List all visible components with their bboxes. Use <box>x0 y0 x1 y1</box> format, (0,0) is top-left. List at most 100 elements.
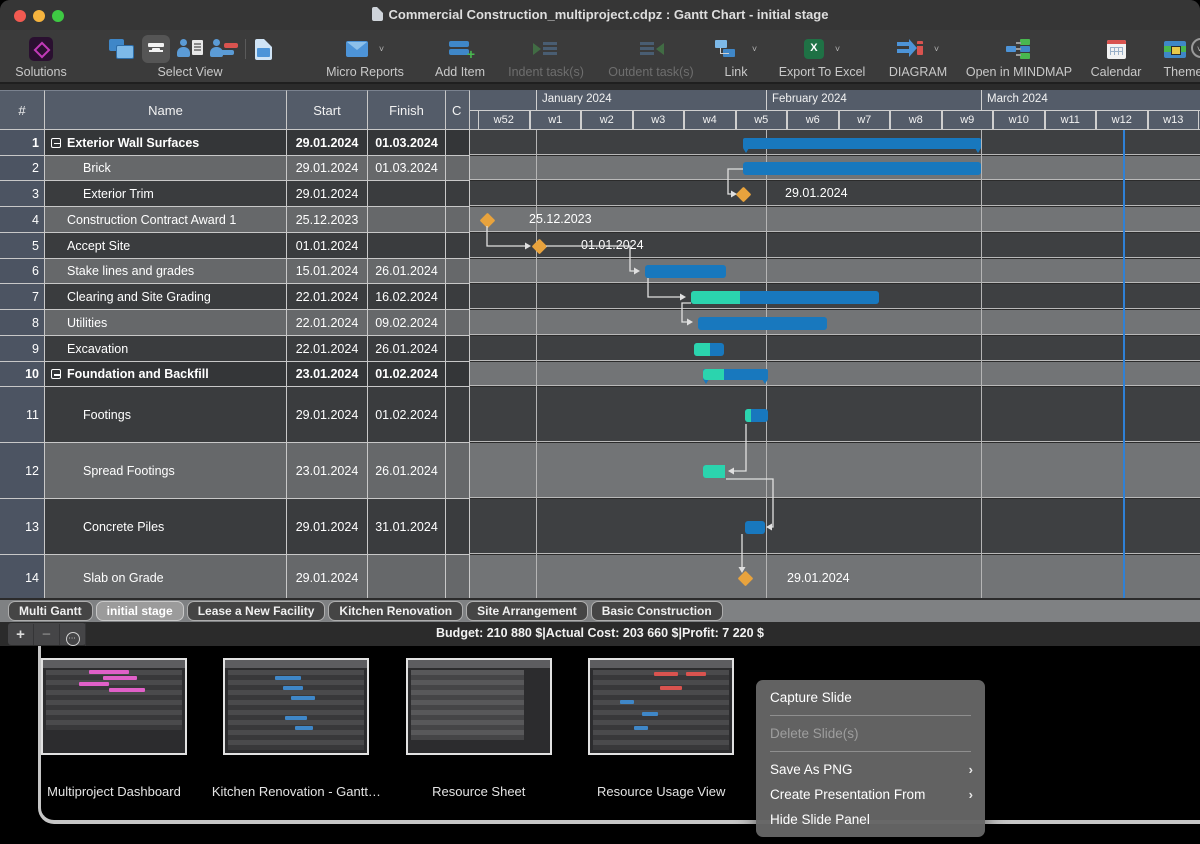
thumbnail-bar <box>109 688 145 692</box>
task-name-cell[interactable]: Stake lines and grades <box>45 259 287 283</box>
table-row[interactable]: 5Accept Site01.01.2024 <box>0 233 470 259</box>
task-start-cell[interactable]: 29.01.2024 <box>287 387 368 442</box>
task-finish-cell[interactable]: 01.02.2024 <box>368 362 446 386</box>
slide-thumbnail[interactable] <box>41 658 187 755</box>
task-start-cell[interactable]: 29.01.2024 <box>287 555 368 598</box>
menu-item-capture-slide[interactable]: Capture Slide <box>756 685 985 710</box>
toolbar-add-item[interactable]: Add Item <box>424 34 496 82</box>
task-extra-cell <box>446 336 470 361</box>
task-start-cell[interactable]: 23.01.2024 <box>287 443 368 498</box>
task-start-cell[interactable]: 29.01.2024 <box>287 181 368 206</box>
task-start-cell[interactable]: 29.01.2024 <box>287 499 368 554</box>
task-start-cell[interactable]: 23.01.2024 <box>287 362 368 386</box>
table-row[interactable]: 6Stake lines and grades15.01.202426.01.2… <box>0 259 470 284</box>
table-row[interactable]: 12Spread Footings23.01.202426.01.2024 <box>0 443 470 499</box>
thumbnail-bar <box>79 682 109 686</box>
task-name-cell[interactable]: Excavation <box>45 336 287 361</box>
task-finish-cell[interactable]: 01.03.2024 <box>368 156 446 180</box>
menu-item-hide-slide-panel[interactable]: Hide Slide Panel <box>756 807 985 832</box>
slide-thumbnail[interactable] <box>588 658 734 755</box>
table-row[interactable]: 1Exterior Wall Surfaces29.01.202401.03.2… <box>0 130 470 156</box>
view-tab-basic-construction[interactable]: Basic Construction <box>591 601 723 621</box>
window-title: Commercial Construction_multiproject.cdp… <box>0 7 1200 22</box>
collapse-icon[interactable] <box>51 369 61 379</box>
task-finish-cell[interactable] <box>368 207 446 232</box>
toolbar-micro-reports[interactable]: ˅Micro Reports <box>306 34 424 82</box>
table-row[interactable]: 7Clearing and Site Grading22.01.202416.0… <box>0 284 470 310</box>
task-name-cell[interactable]: Concrete Piles <box>45 499 287 554</box>
table-row[interactable]: 11Footings29.01.202401.02.2024 <box>0 387 470 443</box>
view-tab-site-arrangement[interactable]: Site Arrangement <box>466 601 588 621</box>
task-finish-cell[interactable]: 26.01.2024 <box>368 443 446 498</box>
slide-thumbnail[interactable] <box>223 658 369 755</box>
task-name-cell[interactable]: Slab on Grade <box>45 555 287 598</box>
task-start-cell[interactable]: 25.12.2023 <box>287 207 368 232</box>
view-tab-multi-gantt[interactable]: Multi Gantt <box>8 601 93 621</box>
toolbar-open-in-mindmap[interactable]: Open in MINDMAP <box>958 34 1080 82</box>
task-name-cell[interactable]: Foundation and Backfill <box>45 362 287 386</box>
toolbar-link[interactable]: ˅Link <box>706 34 766 82</box>
task-name-cell[interactable]: Accept Site <box>45 233 287 258</box>
indent-icon <box>533 40 559 58</box>
week-header-cell: w3 <box>633 111 685 130</box>
table-row[interactable]: 13Concrete Piles29.01.202431.01.2024 <box>0 499 470 555</box>
task-name-cell[interactable]: Clearing and Site Grading <box>45 284 287 309</box>
slide-context-menu: Capture Slide Delete Slide(s) Save As PNG›… <box>756 680 985 837</box>
slide-thumbnail[interactable] <box>406 658 552 755</box>
view-tabs-bar: Multi Ganttinitial stageLease a New Faci… <box>0 600 1200 622</box>
task-start-cell[interactable]: 15.01.2024 <box>287 259 368 283</box>
task-finish-cell[interactable]: 26.01.2024 <box>368 336 446 361</box>
task-name-cell[interactable]: Utilities <box>45 310 287 335</box>
toolbar-calendar[interactable]: Calendar <box>1080 34 1152 82</box>
task-finish-cell[interactable]: 01.03.2024 <box>368 130 446 155</box>
task-name-cell[interactable]: Spread Footings <box>45 443 287 498</box>
row-number-cell: 2 <box>0 156 45 180</box>
toolbar-select-view[interactable]: Select View <box>74 34 306 82</box>
task-start-cell[interactable]: 01.01.2024 <box>287 233 368 258</box>
view-tab-lease-a-new-facility[interactable]: Lease a New Facility <box>187 601 326 621</box>
task-start-cell[interactable]: 22.01.2024 <box>287 336 368 361</box>
table-row[interactable]: 10Foundation and Backfill23.01.202401.02… <box>0 362 470 387</box>
task-start-cell[interactable]: 29.01.2024 <box>287 130 368 155</box>
row-number-cell: 14 <box>0 555 45 598</box>
document-preview-icon <box>255 39 272 60</box>
table-row[interactable]: 9Excavation22.01.202426.01.2024 <box>0 336 470 362</box>
row-number-cell: 7 <box>0 284 45 309</box>
thumbnail-bar <box>642 712 658 716</box>
week-header-cell: w7 <box>839 111 891 130</box>
micro-reports-icon <box>346 41 368 57</box>
task-finish-cell[interactable] <box>368 233 446 258</box>
table-row[interactable]: 14Slab on Grade29.01.2024 <box>0 555 470 598</box>
table-row[interactable]: 2Brick29.01.202401.03.2024 <box>0 156 470 181</box>
task-name-cell[interactable]: Exterior Wall Surfaces <box>45 130 287 155</box>
menu-item-delete-slide-s-: Delete Slide(s) <box>756 721 985 746</box>
table-row[interactable]: 8Utilities22.01.202409.02.2024 <box>0 310 470 336</box>
task-name-cell[interactable]: Construction Contract Award 1 <box>45 207 287 232</box>
task-finish-cell[interactable] <box>368 555 446 598</box>
status-bar: +−··· Budget: 210 880 $|Actual Cost: 203… <box>0 622 1200 646</box>
task-finish-cell[interactable]: 01.02.2024 <box>368 387 446 442</box>
task-start-cell[interactable]: 22.01.2024 <box>287 310 368 335</box>
menu-item-save-as-png[interactable]: Save As PNG› <box>756 757 985 782</box>
task-finish-cell[interactable]: 09.02.2024 <box>368 310 446 335</box>
chevron-down-icon: ˅ <box>752 44 757 54</box>
menu-item-create-presentation-from[interactable]: Create Presentation From› <box>756 782 985 807</box>
diagram-icon <box>897 39 923 59</box>
task-name-cell[interactable]: Brick <box>45 156 287 180</box>
table-row[interactable]: 3Exterior Trim29.01.2024 <box>0 181 470 207</box>
task-name-cell[interactable]: Footings <box>45 387 287 442</box>
task-start-cell[interactable]: 22.01.2024 <box>287 284 368 309</box>
table-row[interactable]: 4Construction Contract Award 125.12.2023 <box>0 207 470 233</box>
toolbar-export-to-excel[interactable]: ˅Export To Excel <box>766 34 878 82</box>
task-finish-cell[interactable]: 31.01.2024 <box>368 499 446 554</box>
task-name-cell[interactable]: Exterior Trim <box>45 181 287 206</box>
task-finish-cell[interactable]: 26.01.2024 <box>368 259 446 283</box>
view-tab-initial-stage[interactable]: initial stage <box>96 601 184 621</box>
toolbar-solutions[interactable]: Solutions <box>8 34 74 82</box>
view-tab-kitchen-renovation[interactable]: Kitchen Renovation <box>328 601 463 621</box>
task-start-cell[interactable]: 29.01.2024 <box>287 156 368 180</box>
task-finish-cell[interactable] <box>368 181 446 206</box>
collapse-icon[interactable] <box>51 138 61 148</box>
task-finish-cell[interactable]: 16.02.2024 <box>368 284 446 309</box>
toolbar-diagram[interactable]: ˅DIAGRAM <box>878 34 958 82</box>
